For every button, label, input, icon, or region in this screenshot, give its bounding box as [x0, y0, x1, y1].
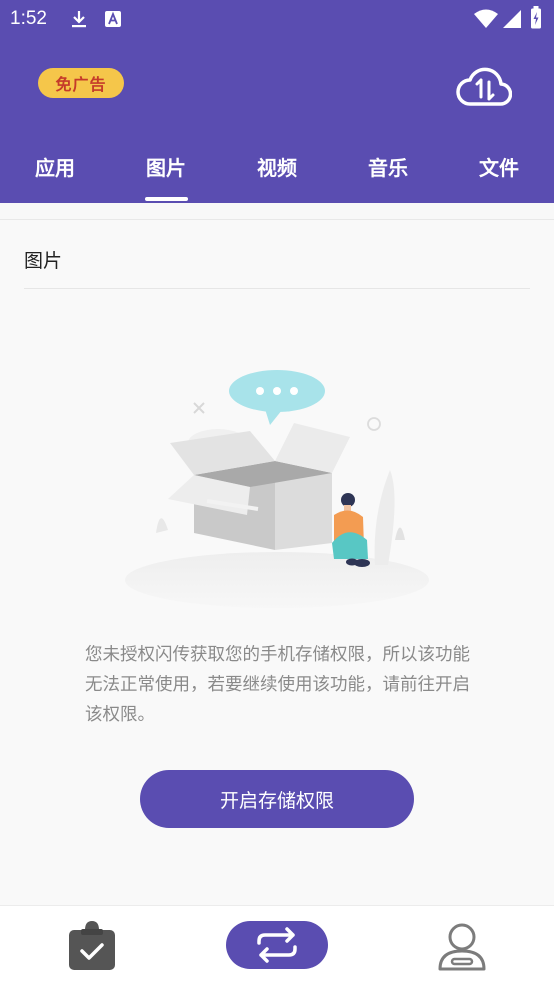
transfer-nav-button[interactable]: [226, 921, 328, 969]
transfer-swap-icon: [257, 927, 297, 963]
category-tabs: 应用 图片 视频 音乐 文件: [0, 142, 554, 203]
enable-storage-permission-button[interactable]: 开启存储权限: [140, 770, 414, 828]
active-tab-indicator: [145, 197, 188, 201]
wifi-icon: [474, 9, 498, 28]
tab-videos[interactable]: 视频: [237, 152, 317, 181]
cellular-icon: [503, 10, 521, 28]
profile-icon[interactable]: [436, 922, 488, 972]
enable-storage-permission-label: 开启存储权限: [219, 789, 334, 812]
tab-files[interactable]: 文件: [459, 152, 539, 181]
battery-icon: [531, 6, 541, 29]
tab-images[interactable]: 图片: [126, 152, 206, 181]
tab-music[interactable]: 音乐: [348, 152, 428, 181]
app-header: 1:52 免广告 应用 图片 视频 音乐 文件: [0, 0, 554, 203]
cloud-transfer-icon[interactable]: [456, 64, 512, 112]
status-bar: 1:52: [0, 0, 554, 38]
section-divider: [24, 288, 530, 289]
section-title: 图片: [24, 250, 63, 272]
status-time: 1:52: [10, 8, 47, 29]
permission-message: 您未授权闪传获取您的手机存储权限，所以该功能无法正常使用，若要继续使用该功能，请…: [85, 645, 470, 725]
remove-ads-badge[interactable]: 免广告: [38, 68, 124, 98]
a-notification-icon: [105, 11, 121, 27]
remove-ads-label: 免广告: [55, 75, 107, 94]
download-icon: [72, 11, 86, 28]
bottom-nav: [0, 905, 554, 984]
empty-box-person-illustration: [125, 370, 429, 608]
images-panel: 图片 您未授权闪传获取您的手机存储权限，所以该功能无法正常使用，若要继续使用该功…: [0, 219, 554, 905]
clipboard-icon[interactable]: [66, 921, 118, 973]
tab-apps[interactable]: 应用: [15, 152, 95, 181]
